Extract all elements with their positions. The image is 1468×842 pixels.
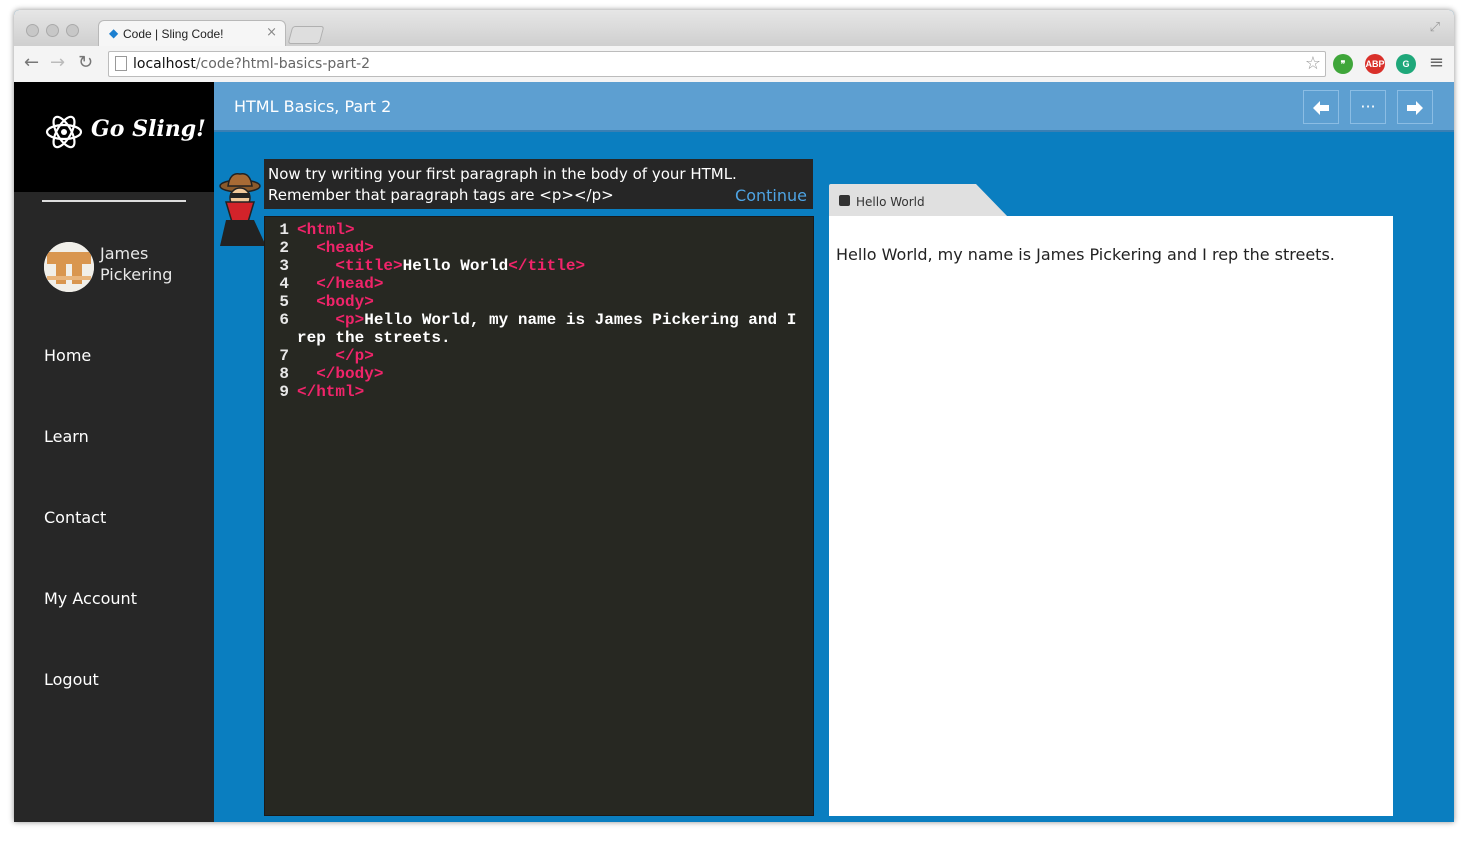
lesson-header: HTML Basics, Part 2 ··· (214, 82, 1454, 132)
code-line[interactable]: 9 </html> (265, 383, 815, 401)
preview-tab[interactable]: Hello World (829, 184, 1009, 218)
preview-text: Hello World, my name is James Pickering … (836, 245, 1335, 264)
back-arrow-icon[interactable]: ← (24, 53, 39, 73)
previous-lesson-button[interactable] (1303, 90, 1339, 124)
instruction-bubble: Now try writing your first paragraph in … (264, 159, 813, 209)
sidebar-divider (42, 200, 186, 202)
continue-link[interactable]: Continue (735, 186, 807, 205)
code-editor[interactable]: 1 <html> 2 <head> 3 <title>Hello World</tit… (264, 216, 814, 816)
url-text[interactable]: localhost/code?html-basics-part-2 (133, 56, 370, 72)
abp-icon[interactable]: ABP (1365, 54, 1385, 74)
line-number: 8 (279, 365, 289, 383)
code-line[interactable]: 2 <head> (265, 239, 815, 257)
code-line[interactable]: 5 <body> (265, 293, 815, 311)
line-number: 3 (279, 257, 289, 275)
code-text: <html> (297, 221, 355, 239)
page-icon (115, 56, 127, 71)
avatar-image (44, 242, 94, 292)
logo-text: Go Sling! (91, 116, 206, 142)
line-number: 1 (279, 221, 289, 239)
user-name: James Pickering (100, 244, 173, 284)
atom-logo-icon (45, 115, 83, 149)
page-favicon-icon (839, 195, 850, 206)
grammarly-icon[interactable]: G (1396, 54, 1416, 74)
sling-favicon-icon: ◆ (109, 26, 119, 40)
code-line[interactable]: 4 </head> (265, 275, 815, 293)
nav-my-account[interactable]: My Account (44, 589, 137, 608)
evernote-icon[interactable]: ❞ (1333, 54, 1353, 74)
code-line[interactable]: 1 <html> (265, 221, 815, 239)
nav-logout[interactable]: Logout (44, 670, 99, 689)
code-text: <body> (316, 293, 374, 311)
code-line[interactable]: 7 </p> (265, 347, 815, 365)
line-number: 2 (279, 239, 289, 257)
preview-tab-title: Hello World (856, 195, 925, 209)
sidebar: Go Sling! James Pickering Home Learn Con… (14, 82, 214, 822)
code-text: </head> (316, 275, 384, 293)
code-line[interactable]: 6 <p>Hello World, my name is James Picke… (265, 311, 815, 347)
new-tab-button[interactable] (287, 26, 325, 44)
line-number: 9 (279, 383, 289, 401)
minimize-window-button[interactable] (46, 24, 59, 37)
preview-pane: Hello World, my name is James Pickering … (829, 216, 1393, 816)
code-text: <title>Hello World</title> (335, 257, 586, 275)
tab-title: Code | Sling Code! (123, 27, 224, 41)
avatar[interactable] (44, 242, 94, 292)
close-window-button[interactable] (26, 24, 39, 37)
nav-learn[interactable]: Learn (44, 427, 89, 446)
reload-icon[interactable]: ↻ (78, 53, 93, 73)
tab-close-icon[interactable]: × (266, 25, 277, 40)
code-line[interactable]: 8 </body> (265, 365, 815, 383)
code-text: <head> (316, 239, 374, 257)
address-bar[interactable]: localhost/code?html-basics-part-2 ☆ (108, 51, 1326, 77)
code-line[interactable]: 3 <title>Hello World</title> (265, 257, 815, 275)
bandit-mascot-icon (219, 173, 266, 246)
page-title: HTML Basics, Part 2 (234, 97, 392, 116)
logo[interactable]: Go Sling! (14, 82, 214, 192)
fullscreen-icon[interactable]: ⤢ (1430, 20, 1440, 35)
tab-strip: ◆ Code | Sling Code! × ⤢ (14, 10, 1454, 47)
code-text: </body> (316, 365, 384, 383)
lesson-menu-button[interactable]: ··· (1350, 90, 1386, 124)
nav-home[interactable]: Home (44, 346, 91, 365)
forward-arrow-icon[interactable]: → (50, 53, 65, 73)
line-number: 5 (279, 293, 289, 311)
code-text: <p>Hello World, my name is James Pickeri… (297, 311, 806, 347)
bookmark-star-icon[interactable]: ☆ (1305, 53, 1321, 74)
line-number: 4 (279, 275, 289, 293)
zoom-window-button[interactable] (66, 24, 79, 37)
browser-menu-icon[interactable]: ≡ (1429, 54, 1444, 72)
nav-contact[interactable]: Contact (44, 508, 106, 527)
browser-toolbar: ← → ↻ localhost/code?html-basics-part-2 … (14, 46, 1454, 83)
instruction-text: Now try writing your first paragraph in … (268, 165, 737, 204)
arrow-right-icon (1407, 100, 1423, 115)
code-text: </p> (335, 347, 374, 365)
arrow-left-icon (1313, 100, 1329, 115)
line-number: 7 (279, 347, 289, 365)
next-lesson-button[interactable] (1397, 90, 1433, 124)
browser-tab[interactable]: ◆ Code | Sling Code! × (98, 20, 286, 47)
code-lines: 1 <html> 2 <head> 3 <title>Hello World</tit… (265, 221, 815, 401)
browser-window: ◆ Code | Sling Code! × ⤢ ← → ↻ localhost… (14, 10, 1454, 822)
code-text: </html> (297, 383, 365, 401)
line-number: 6 (279, 311, 289, 329)
ellipsis-icon: ··· (1360, 97, 1376, 116)
